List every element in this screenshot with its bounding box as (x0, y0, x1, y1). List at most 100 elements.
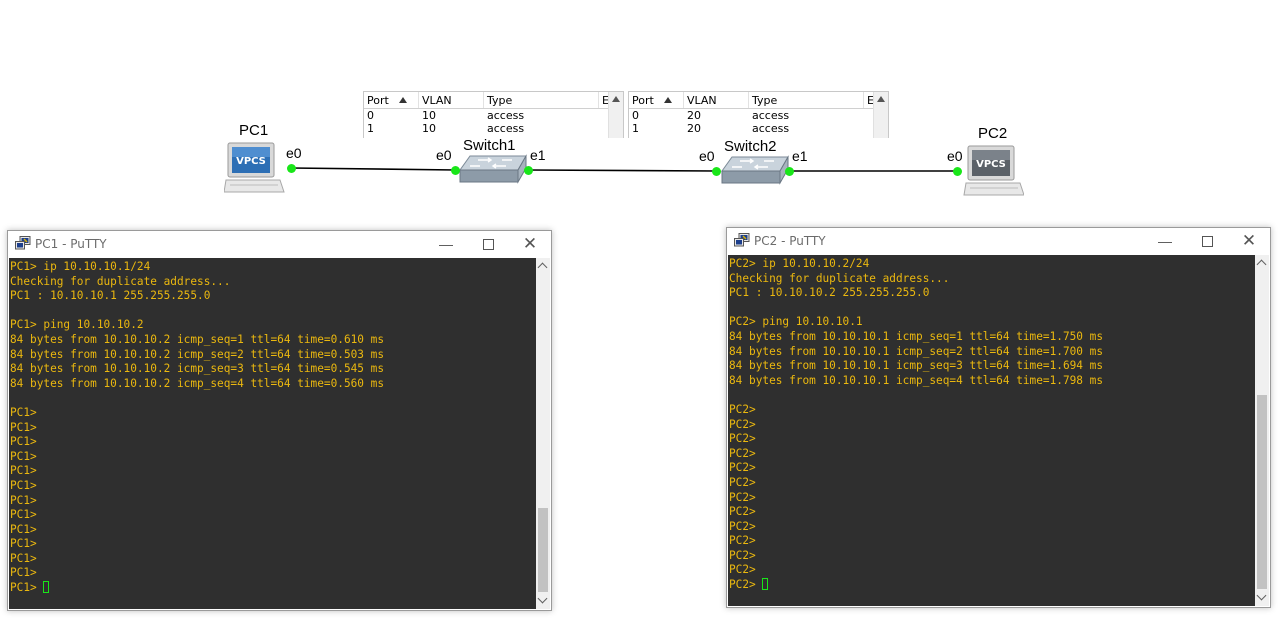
window-title: PC2 - PuTTY (754, 234, 826, 248)
table-scrollbar[interactable] (608, 92, 623, 138)
table-row[interactable]: 1 20 access (629, 122, 888, 135)
switch2-port-e0-status (712, 167, 721, 176)
terminal-text: PC1> ip 10.10.10.1/24 Checking for duplic… (9, 258, 536, 596)
switch2-port-e1-status (785, 167, 794, 176)
column-header-port[interactable]: Port (364, 92, 419, 108)
switch1-node[interactable] (456, 152, 528, 186)
scroll-up-icon[interactable] (1255, 255, 1269, 271)
switch2-node[interactable] (718, 153, 790, 187)
vlan-cell: 20 (687, 109, 701, 122)
terminal-line: PC2> (729, 432, 756, 446)
switch2-label: Switch2 (724, 138, 777, 155)
window-titlebar[interactable]: PC1 - PuTTY — ✕ (8, 231, 551, 257)
terminal-scrollbar[interactable] (536, 258, 550, 609)
terminal-line: 84 bytes from 10.10.10.1 icmp_seq=2 ttl=… (729, 344, 1104, 358)
pc2-port-e0-label: e0 (947, 148, 963, 164)
maximize-button[interactable] (1191, 231, 1223, 251)
minimize-button[interactable]: — (430, 234, 462, 254)
pc2-node[interactable]: VPCS (962, 144, 1025, 200)
terminal-prompt-line[interactable]: PC1> (10, 581, 536, 596)
minimize-button[interactable]: — (1149, 231, 1181, 251)
terminal-line: PC1> (10, 493, 37, 507)
putty-window-pc2: PC2 - PuTTY — ✕ PC2> ip 10.10.10.2/24 Che… (726, 227, 1271, 608)
putty-app-icon (734, 233, 750, 247)
column-header-port[interactable]: Port (629, 92, 684, 108)
text-cursor-icon (43, 581, 50, 594)
column-header-type[interactable]: Type (749, 92, 864, 108)
terminal-output[interactable]: PC2> ip 10.10.10.2/24 Checking for duplic… (728, 255, 1255, 606)
putty-app-icon (15, 236, 31, 250)
switch2-vlan-table: Port VLAN Type Et 0 20 access 1 20 acces… (628, 91, 889, 138)
terminal-line: PC2> (729, 519, 756, 533)
switch1-label: Switch1 (463, 137, 516, 154)
table-row[interactable]: 1 10 access (364, 122, 623, 135)
scroll-up-icon[interactable] (536, 258, 550, 274)
table-scrollbar[interactable] (873, 92, 888, 138)
window-titlebar[interactable]: PC2 - PuTTY — ✕ (727, 228, 1270, 254)
sort-ascending-icon (398, 97, 407, 103)
table-row[interactable]: 0 10 access (364, 109, 623, 122)
terminal-line: PC1> (10, 551, 37, 565)
pc2-label: PC2 (978, 125, 1008, 142)
putty-window-pc1: PC1 - PuTTY — ✕ PC1> ip 10.10.10.1/24 Che… (7, 230, 552, 611)
terminal-line: 84 bytes from 10.10.10.1 icmp_seq=3 ttl=… (729, 359, 1104, 373)
terminal-line: Checking for duplicate address... (10, 274, 231, 288)
terminal-line: Checking for duplicate address... (729, 271, 950, 285)
switch2-port-e1-label: e1 (792, 148, 808, 164)
scroll-up-icon[interactable] (877, 96, 885, 102)
scroll-down-icon[interactable] (536, 593, 550, 609)
table-row[interactable]: 0 20 access (629, 109, 888, 122)
terminal-line: PC2> ping 10.10.10.1 (729, 315, 863, 329)
terminal-line: PC2> (729, 563, 756, 577)
terminal-line: PC2> (729, 475, 756, 489)
terminal-line: PC2> (729, 505, 756, 519)
port-cell: 1 (632, 122, 639, 135)
maximize-icon (482, 239, 494, 250)
port-cell: 1 (367, 122, 374, 135)
close-button[interactable]: ✕ (1233, 231, 1265, 251)
terminal-line: PC1> (10, 405, 37, 419)
pc1-node[interactable]: VPCS (223, 140, 286, 196)
terminal-prompt: PC1> (10, 581, 44, 595)
terminal-line: PC2> (729, 490, 756, 504)
pc1-label: PC1 (239, 122, 269, 139)
terminal-output[interactable]: PC1> ip 10.10.10.1/24 Checking for duplic… (9, 258, 536, 609)
switch-icon (459, 154, 527, 184)
terminal-scrollbar[interactable] (1255, 255, 1269, 606)
scroll-down-icon[interactable] (1255, 590, 1269, 606)
terminal-line: PC2> (729, 446, 756, 460)
scrollbar-thumb[interactable] (538, 508, 548, 592)
close-button[interactable]: ✕ (514, 234, 546, 254)
minimize-icon: — (439, 236, 453, 252)
terminal-line: PC2> (729, 548, 756, 562)
terminal-prompt: PC2> (729, 578, 763, 592)
terminal-line: PC1> (10, 522, 37, 536)
terminal-prompt-line[interactable]: PC2> (729, 578, 1255, 593)
scrollbar-thumb[interactable] (1257, 395, 1267, 589)
switch1-port-e1-label: e1 (530, 147, 546, 163)
terminal-line: PC2> (729, 402, 756, 416)
pc1-port-e0-status (287, 164, 296, 173)
close-icon: ✕ (522, 234, 538, 253)
close-icon: ✕ (1241, 231, 1257, 250)
scroll-up-icon[interactable] (612, 96, 620, 102)
link-pc1-switch1[interactable] (290, 167, 457, 171)
terminal-line: PC1> ping 10.10.10.2 (10, 318, 144, 332)
link-switch1-switch2[interactable] (527, 169, 717, 172)
column-header-vlan[interactable]: VLAN (419, 92, 484, 108)
column-header-type[interactable]: Type (484, 92, 599, 108)
terminal-line: PC1> (10, 537, 37, 551)
terminal-line: PC2> (729, 461, 756, 475)
column-header-vlan[interactable]: VLAN (684, 92, 749, 108)
minimize-icon: — (1158, 233, 1172, 249)
maximize-button[interactable] (472, 234, 504, 254)
switch-icon (721, 155, 789, 185)
maximize-icon (1201, 236, 1213, 247)
terminal-text: PC2> ip 10.10.10.2/24 Checking for duplic… (728, 255, 1255, 593)
terminal-line: PC1> (10, 508, 37, 522)
switch1-port-e1-status (524, 166, 533, 175)
